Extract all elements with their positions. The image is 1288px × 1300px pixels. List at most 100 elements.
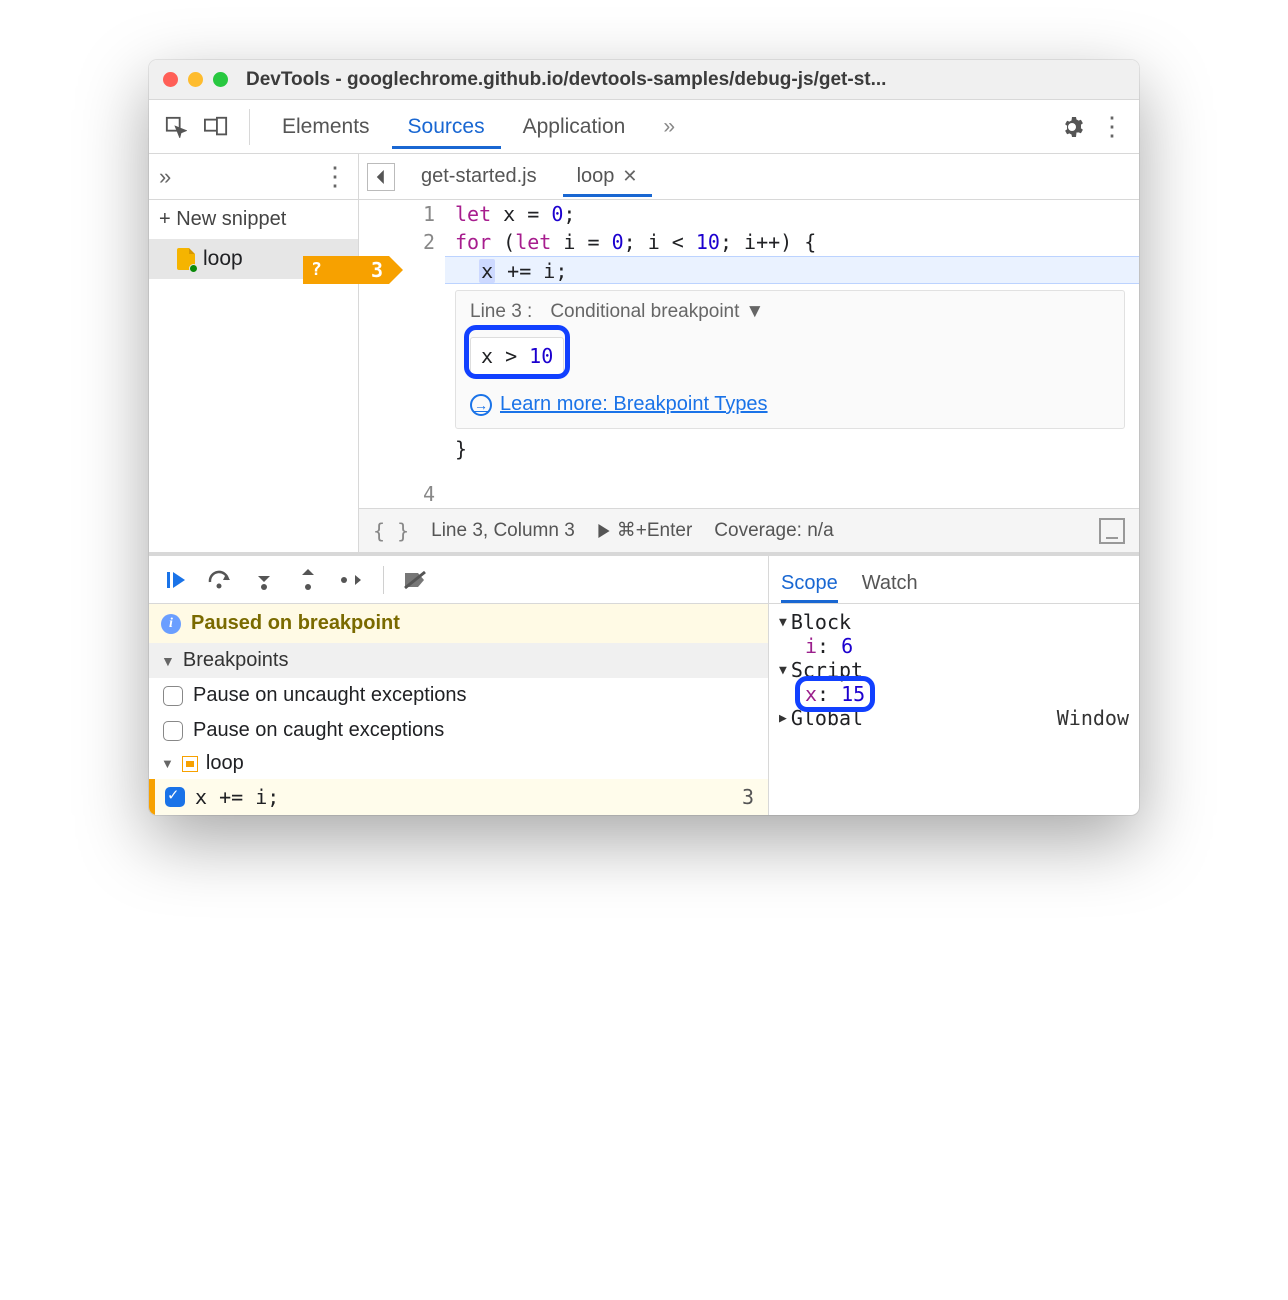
breakpoint-condition-input[interactable]: x > 10 [470,337,564,375]
editor-tab-getstarted[interactable]: get-started.js [407,156,551,197]
checkbox-label: Pause on uncaught exceptions [193,684,467,707]
deactivate-breakpoints-icon[interactable] [402,567,428,593]
breakpoints-section-header[interactable]: ▼ Breakpoints [149,643,768,678]
snippet-icon [182,756,198,772]
code-line-highlighted[interactable]: x += i; [445,256,1139,284]
breakpoint-edit-panel: Line 3 : Conditional breakpoint ▼ x > 10… [455,290,1125,429]
collapse-icon: ▼ [161,653,175,669]
close-window-icon[interactable] [163,72,178,87]
scope-label: Script [791,658,863,682]
checkbox-checked[interactable] [165,787,185,807]
checkbox[interactable] [163,721,183,741]
learn-more-link[interactable]: → Learn more: Breakpoint Types [470,393,1110,416]
tab-scope[interactable]: Scope [781,572,838,603]
code-line[interactable]: } [445,435,1139,463]
scope-script-row[interactable]: ▼ Script [779,658,1129,682]
pause-uncaught-row[interactable]: Pause on uncaught exceptions [149,678,768,713]
collapse-icon[interactable]: ▼ [779,615,787,630]
editor-tabstrip: get-started.js loop ✕ [359,154,1139,200]
separator [383,566,384,594]
line-gutter[interactable]: 1 2 ? 3 4 [389,200,445,508]
run-snippet-button[interactable]: ⌘+Enter [597,519,693,542]
breakpoint-line-number: 3 [371,256,389,284]
scope-label: Global [791,706,863,730]
line-number[interactable]: 1 [389,200,435,228]
settings-gear-icon[interactable] [1055,110,1089,144]
step-over-icon[interactable] [207,567,233,593]
pretty-print-icon[interactable]: { } [373,519,409,543]
breakpoint-linenum: 3 [742,785,754,809]
minimize-window-icon[interactable] [188,72,203,87]
breakpoint-file-label: loop [206,752,244,775]
breakpoint-file-row[interactable]: ▼ loop [149,748,768,779]
expand-icon[interactable]: ▶ [779,711,787,726]
step-icon[interactable] [339,567,365,593]
device-mode-icon[interactable] [199,110,233,144]
scope-body: ▼ Block i: 6 ▼ Script x: 15 ▶ Global Window [769,604,1139,736]
tab-application[interactable]: Application [507,105,642,149]
collapse-icon[interactable]: ▼ [779,663,787,678]
scope-var-i: i: 6 [779,634,1129,658]
nav-back-icon[interactable] [367,163,395,191]
window-title: DevTools - googlechrome.github.io/devtoo… [246,69,886,91]
breakpoint-condition-icon: ? [303,256,322,284]
zoom-window-icon[interactable] [213,72,228,87]
checkbox[interactable] [163,686,183,706]
breakpoint-panel-header: Line 3 : Conditional breakpoint ▼ [470,301,1110,323]
open-drawer-icon[interactable] [1099,518,1125,544]
new-snippet-button[interactable]: + New snippet [149,200,358,239]
checkbox-label: Pause on caught exceptions [193,719,444,742]
resume-icon[interactable] [163,567,189,593]
editor-tab-label: loop [577,165,615,188]
main-toolbar: Elements Sources Application » ⋮ [149,100,1139,154]
scope-block-row[interactable]: ▼ Block [779,610,1129,634]
breakpoint-type-dropdown[interactable]: Conditional breakpoint ▼ [550,301,764,323]
navigator-pane: » ⋮ + New snippet loop [149,154,359,552]
tab-sources[interactable]: Sources [392,105,501,149]
scope-global-row[interactable]: ▶ Global Window [779,706,1129,730]
tab-elements[interactable]: Elements [266,105,386,149]
close-tab-icon[interactable]: ✕ [622,166,637,187]
breakpoint-marker[interactable]: ? 3 [303,256,389,284]
snippet-item-label: loop [203,247,243,271]
chevron-down-icon: ▼ [745,301,764,323]
editor-column: get-started.js loop ✕ 1 2 ? 3 [359,154,1139,552]
line-number[interactable]: 2 [389,228,435,256]
scope-label: Block [791,610,851,634]
more-menu-icon[interactable]: ⋮ [1095,110,1129,144]
devtools-window: DevTools - googlechrome.github.io/devtoo… [149,60,1139,815]
editor-statusbar: { } Line 3, Column 3 ⌘+Enter Coverage: n… [359,508,1139,552]
scope-global-value: Window [1057,706,1129,730]
line-number[interactable]: 4 [389,480,435,508]
navigator-overflow-icon[interactable]: » [159,164,171,190]
paused-label: Paused on breakpoint [191,612,400,635]
line-number[interactable]: ? 3 [389,256,435,284]
tabs-overflow[interactable]: » [647,105,691,149]
code-line[interactable]: let x = 0; [445,200,1139,228]
titlebar: DevTools - googlechrome.github.io/devtoo… [149,60,1139,100]
coverage-label: Coverage: n/a [714,520,833,542]
code-editor[interactable]: 1 2 ? 3 4 let x = 0; for (let i = 0; i <… [359,200,1139,508]
breakpoint-code: x += i; [195,785,279,809]
collapse-icon: ▼ [161,756,174,771]
tab-watch[interactable]: Watch [862,572,918,603]
debugger-toolbar [149,556,768,604]
code-line[interactable]: for (let i = 0; i < 10; i++) { [445,228,1139,256]
step-out-icon[interactable] [295,567,321,593]
scope-tabstrip: Scope Watch [769,556,1139,604]
scope-var-x: x: 15 [779,682,1129,706]
editor-tab-loop[interactable]: loop ✕ [563,156,652,197]
code-content[interactable]: let x = 0; for (let i = 0; i < 10; i++) … [445,200,1139,508]
learn-more-label: Learn more: Breakpoint Types [500,393,768,416]
cursor-position: Line 3, Column 3 [431,520,575,542]
breakpoint-indicator [149,779,155,815]
pause-caught-row[interactable]: Pause on caught exceptions [149,713,768,748]
step-into-icon[interactable] [251,567,277,593]
inspect-element-icon[interactable] [159,110,193,144]
breakpoint-entry[interactable]: x += i; 3 [149,779,768,815]
run-shortcut-label: ⌘+Enter [617,519,693,542]
gutter-extra [359,200,389,508]
navigator-menu-icon[interactable]: ⋮ [322,161,348,192]
debugger-pane: i Paused on breakpoint ▼ Breakpoints Pau… [149,553,1139,815]
separator [249,109,250,145]
